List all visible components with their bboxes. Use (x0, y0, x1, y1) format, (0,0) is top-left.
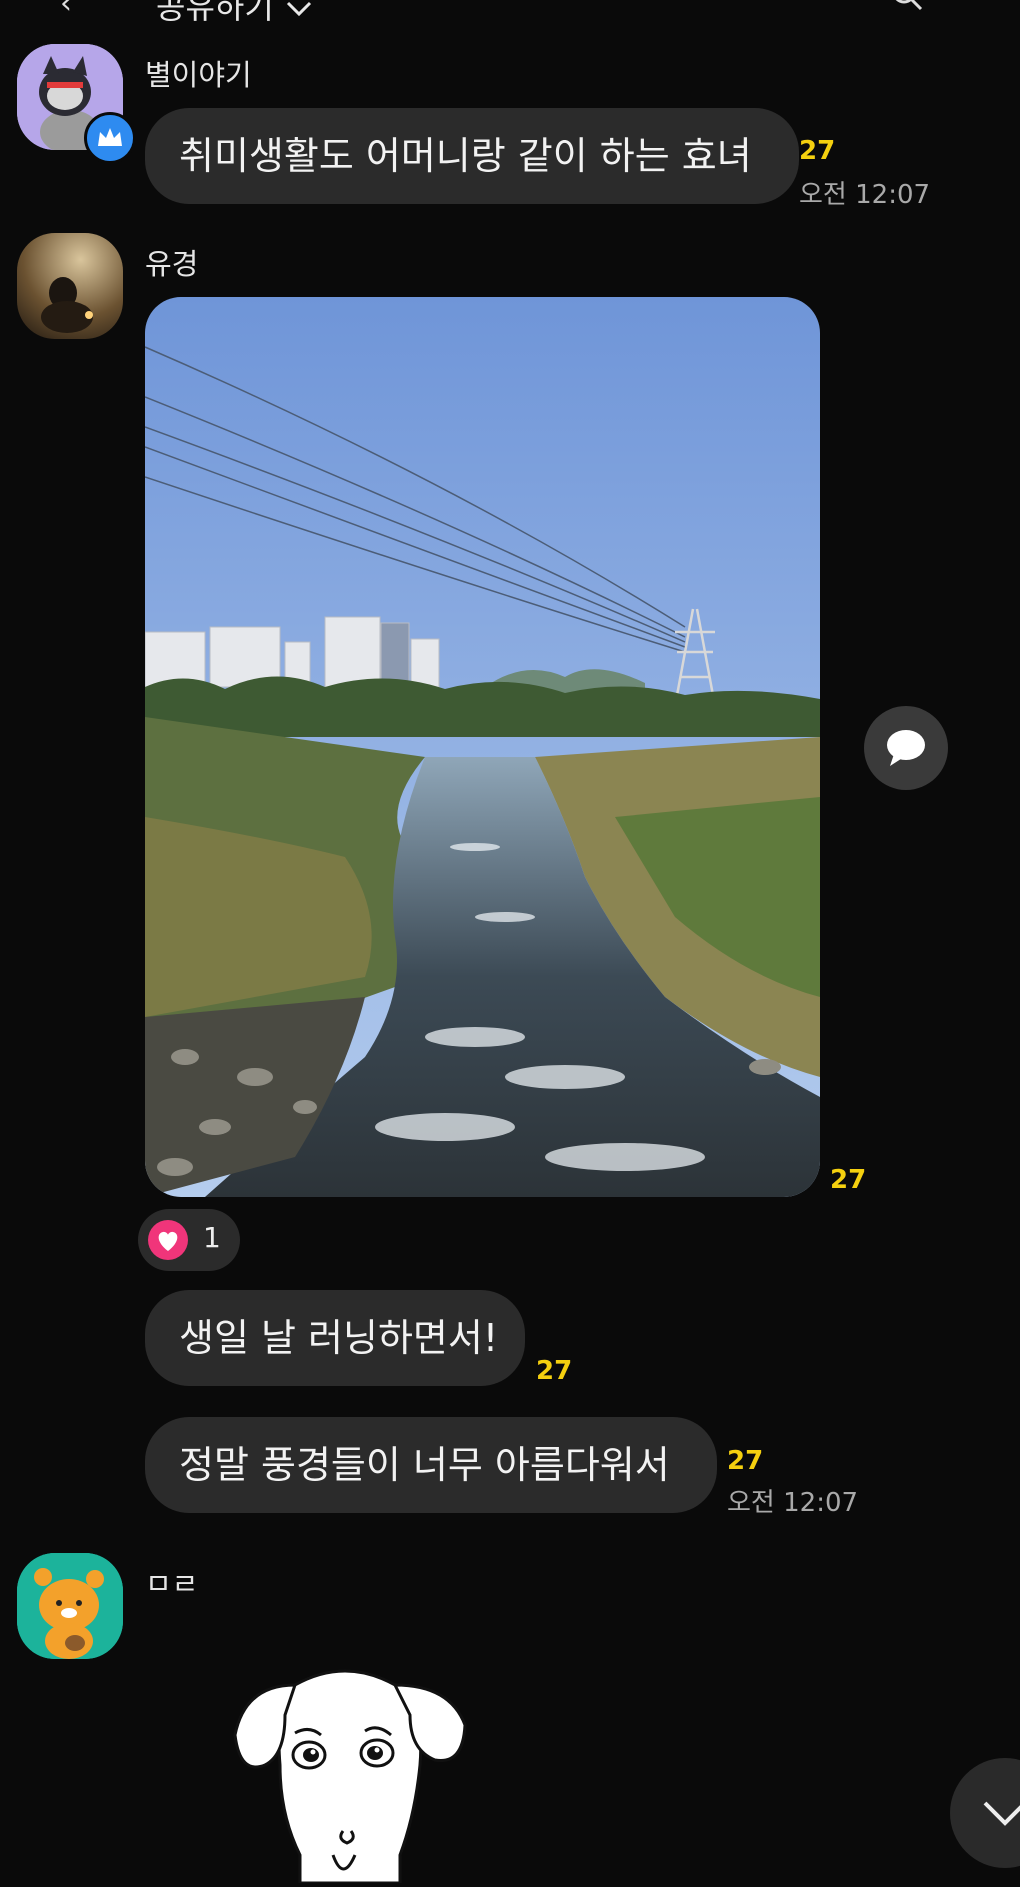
unread-count: 27 (830, 1165, 867, 1195)
avatar[interactable] (17, 233, 123, 339)
message-bubble[interactable]: 정말 풍경들이 너무 아름다워서 (145, 1417, 717, 1513)
dog-sticker[interactable] (225, 1655, 475, 1885)
scroll-to-bottom-button[interactable] (950, 1758, 1020, 1868)
sender-name: 별이야기 (145, 58, 252, 92)
chevron-down-icon (983, 1801, 1020, 1826)
timestamp: 오전 12:07 (799, 180, 931, 210)
reply-button[interactable] (864, 706, 948, 790)
river-photo[interactable] (145, 297, 820, 1197)
sender-name: ㅁㄹ (145, 1567, 199, 1601)
chevron-down-icon (286, 1, 311, 17)
unread-count: 27 (536, 1356, 573, 1386)
reaction-count: 1 (203, 1221, 221, 1254)
heart-icon (148, 1220, 188, 1260)
message-bubble[interactable]: 취미생활도 어머니랑 같이 하는 효녀 (145, 108, 799, 204)
share-title[interactable]: 공유하기 (156, 0, 314, 28)
crown-icon (84, 112, 136, 164)
sender-name: 유경 (145, 247, 199, 281)
message-bubble[interactable]: 생일 날 러닝하면서! (145, 1290, 525, 1386)
speech-bubble-icon (887, 730, 925, 766)
back-icon[interactable]: ‹ (60, 0, 72, 21)
avatar[interactable] (17, 1553, 123, 1659)
unread-count: 27 (727, 1446, 764, 1476)
search-icon[interactable] (890, 0, 924, 20)
unread-count: 27 (799, 136, 836, 166)
reaction-badge[interactable]: 1 (138, 1209, 240, 1271)
timestamp: 오전 12:07 (727, 1488, 859, 1518)
